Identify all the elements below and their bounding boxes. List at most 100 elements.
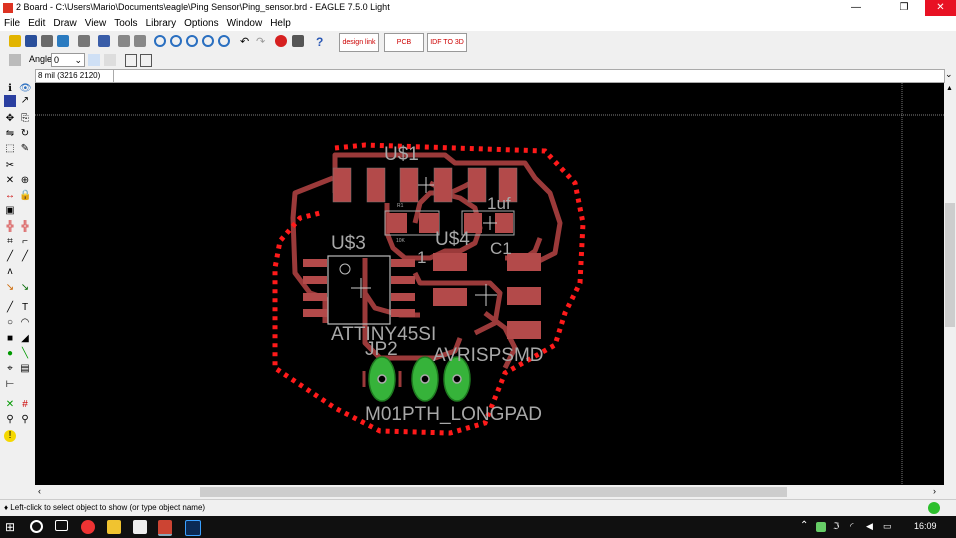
zoom-out-icon[interactable] xyxy=(186,35,198,47)
board-canvas[interactable]: U$1 U$3 U$4 C1 1uf 1 ATTINY45SI JP2 AVRI… xyxy=(35,83,944,485)
ripup-icon[interactable]: ╱ xyxy=(19,251,31,263)
ratsnest-icon[interactable]: ↘ xyxy=(19,282,31,294)
line-icon[interactable]: ╱ xyxy=(4,302,16,314)
mirror-icon[interactable]: ⇋ xyxy=(4,128,16,140)
eagle-taskbar-icon[interactable] xyxy=(158,520,172,536)
help-icon[interactable]: ? xyxy=(316,35,328,49)
vertical-scroll-thumb[interactable] xyxy=(945,203,955,327)
smash-icon[interactable]: ▣ xyxy=(4,205,16,217)
status-ok-icon[interactable] xyxy=(928,502,940,514)
print-icon[interactable] xyxy=(41,35,53,47)
grid-bus-icon[interactable]: # xyxy=(19,399,31,411)
zoom-redraw-icon[interactable] xyxy=(202,35,214,47)
menu-file[interactable]: File xyxy=(0,16,24,31)
route-icon[interactable]: ╱ xyxy=(4,251,16,263)
task-view-icon[interactable] xyxy=(55,520,68,531)
zoom-in-icon[interactable] xyxy=(170,35,182,47)
photoshop-icon[interactable] xyxy=(185,520,201,536)
layout-icon-b[interactable] xyxy=(140,54,152,67)
signal-icon[interactable]: ╲ xyxy=(19,348,31,360)
stop-icon[interactable] xyxy=(275,35,287,47)
miter-icon[interactable]: ⌐ xyxy=(19,236,31,248)
idf-to-3d-button[interactable]: IDF TO 3D xyxy=(427,33,467,52)
cam-icon[interactable] xyxy=(57,35,69,47)
zoom-select-icon[interactable] xyxy=(218,35,230,47)
replace-icon[interactable]: ↔ xyxy=(4,190,16,202)
save-icon[interactable] xyxy=(25,35,37,47)
file-explorer-icon[interactable] xyxy=(107,520,121,534)
layout-icon-a[interactable] xyxy=(125,54,137,67)
vertical-scrollbar[interactable]: ▲ xyxy=(944,83,956,485)
text-icon[interactable]: T xyxy=(19,302,31,314)
hole-icon[interactable]: ⌖ xyxy=(4,363,16,375)
menu-options[interactable]: Options xyxy=(180,16,222,31)
autoroute-icon[interactable]: ↘ xyxy=(4,282,16,294)
notifications-icon[interactable]: ▭ xyxy=(883,521,892,532)
add-icon[interactable]: ⊕ xyxy=(19,175,31,187)
paste-icon[interactable]: ✂ xyxy=(4,160,16,172)
menu-window[interactable]: Window xyxy=(223,16,267,31)
ime-icon[interactable]: ℑ xyxy=(833,521,839,532)
maximize-button[interactable]: ❐ xyxy=(890,0,918,16)
dimension-icon[interactable]: ⊢ xyxy=(4,379,16,391)
chrome-icon[interactable] xyxy=(81,520,95,534)
ulp-icon[interactable] xyxy=(98,35,110,47)
open-icon[interactable] xyxy=(9,35,21,47)
errors-icon[interactable]: ⚲ xyxy=(19,414,31,426)
wifi-icon[interactable]: ◜ xyxy=(850,521,854,532)
close-button[interactable]: ✕ xyxy=(925,0,956,16)
move-icon[interactable]: ✥ xyxy=(4,113,16,125)
text-orient-icon[interactable] xyxy=(88,54,100,66)
menu-help[interactable]: Help xyxy=(266,16,295,31)
polygon-icon[interactable]: ◢ xyxy=(19,333,31,345)
undo-icon[interactable]: ↶ xyxy=(240,35,252,48)
board-icon[interactable] xyxy=(134,35,146,47)
text-mirror-icon[interactable] xyxy=(104,54,116,66)
rotate-icon[interactable]: ↻ xyxy=(19,128,31,140)
scroll-up-icon[interactable]: ▲ xyxy=(946,85,953,92)
chevron-down-icon[interactable]: ⌄ xyxy=(945,69,953,80)
via-icon[interactable]: ● xyxy=(4,348,16,360)
show-icon[interactable]: 👁 xyxy=(19,83,32,95)
circle-icon[interactable]: ○ xyxy=(4,317,16,329)
command-input[interactable] xyxy=(113,69,945,83)
warning-icon[interactable]: ! xyxy=(4,430,16,442)
zoom-fit-icon[interactable] xyxy=(154,35,166,47)
meander-icon[interactable]: ⌗ xyxy=(4,236,16,248)
arc-icon[interactable]: ◠ xyxy=(19,317,31,329)
start-icon[interactable]: ⊞ xyxy=(5,520,19,534)
attribute-icon[interactable]: ▤ xyxy=(19,363,31,375)
schematic-icon[interactable] xyxy=(118,35,130,47)
scroll-right-icon[interactable]: › xyxy=(933,486,936,496)
clock-time[interactable]: 16:09 xyxy=(914,521,937,531)
mark-icon[interactable]: ↗ xyxy=(19,95,31,107)
split-icon[interactable]: ╬ xyxy=(4,221,16,233)
drc-icon[interactable]: ⚲ xyxy=(4,414,16,426)
menu-library[interactable]: Library xyxy=(142,16,181,31)
display-icon[interactable] xyxy=(4,95,16,107)
pcb-quote-button[interactable]: PCB QUOTE xyxy=(384,33,424,63)
horizontal-scroll-thumb[interactable] xyxy=(200,487,787,497)
design-link-button[interactable]: design link xyxy=(339,33,379,52)
store-icon[interactable] xyxy=(133,520,147,534)
menu-tools[interactable]: Tools xyxy=(110,16,141,31)
menu-view[interactable]: View xyxy=(81,16,111,31)
lock-icon[interactable]: 🔒 xyxy=(19,190,31,202)
script-icon[interactable] xyxy=(78,35,90,47)
copy-icon[interactable]: ⎘ xyxy=(19,113,31,125)
angle-select[interactable]: 0 ⌄ xyxy=(51,53,85,67)
tray-app-icon[interactable] xyxy=(816,522,826,532)
delete-icon[interactable]: ✕ xyxy=(4,175,16,187)
go-icon[interactable] xyxy=(292,35,304,47)
menu-edit[interactable]: Edit xyxy=(24,16,49,31)
rect-icon[interactable]: ■ xyxy=(4,333,16,345)
group-icon[interactable]: ⬚ xyxy=(4,143,16,155)
change-icon[interactable]: ✎ xyxy=(19,143,31,155)
info-icon[interactable]: ℹ xyxy=(4,83,16,95)
volume-icon[interactable]: ◀ xyxy=(866,521,873,532)
redo-icon[interactable]: ↷ xyxy=(256,35,268,48)
tray-chevron-icon[interactable]: ⌃ xyxy=(800,520,808,531)
grid-icon[interactable] xyxy=(9,54,21,66)
search-icon[interactable] xyxy=(30,520,43,533)
optimize-icon[interactable]: ╬ xyxy=(19,221,31,233)
